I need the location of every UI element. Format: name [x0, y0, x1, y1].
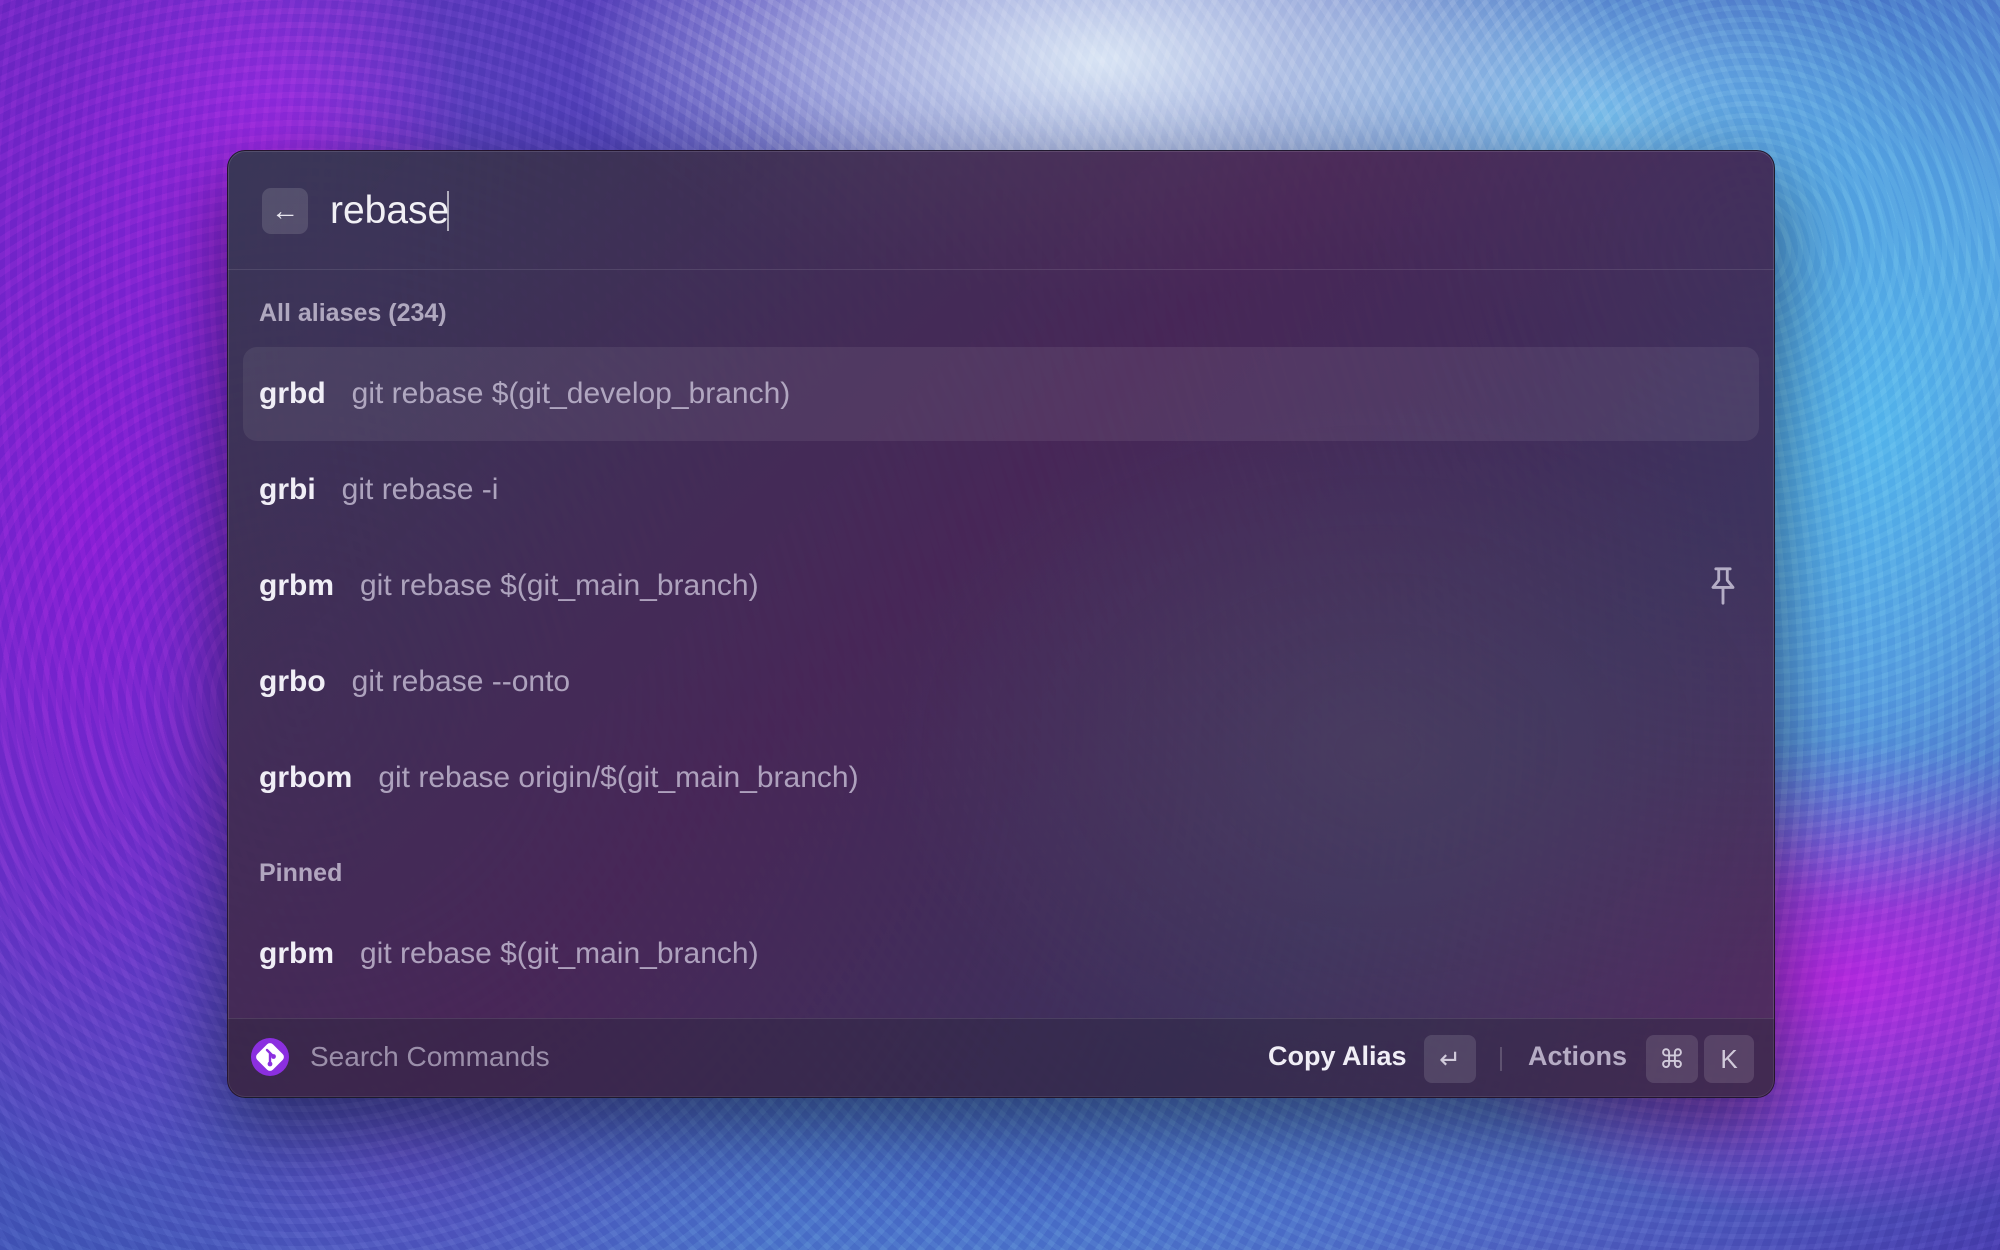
search-input[interactable]	[330, 179, 1630, 243]
pin-icon	[1711, 567, 1735, 605]
alias-name: grbi	[259, 473, 316, 506]
alias-name: grbm	[259, 569, 334, 602]
command-icon: ⌘	[1659, 1043, 1685, 1074]
list-item[interactable]: grbm git rebase $(git_main_branch)	[243, 907, 1759, 1001]
enter-key-hint: ↵	[1424, 1035, 1476, 1083]
copy-alias-button[interactable]: Copy Alias	[1268, 1041, 1407, 1072]
alias-command: git rebase $(git_develop_branch)	[351, 377, 791, 410]
list-item[interactable]: grbom git rebase origin/$(git_main_branc…	[243, 731, 1759, 825]
list-item[interactable]: grbi git rebase -i	[243, 443, 1759, 537]
list-item[interactable]: grbo git rebase --onto	[243, 635, 1759, 729]
git-logo-icon[interactable]	[250, 1037, 290, 1077]
k-key-label: K	[1720, 1043, 1738, 1074]
launcher-window: ← All aliases (234) grbd git rebase $(gi…	[227, 150, 1775, 1098]
alias-command: git rebase --onto	[351, 665, 571, 698]
text-caret	[447, 191, 449, 231]
alias-name: grbm	[259, 937, 334, 970]
alias-command: git rebase $(git_main_branch)	[360, 937, 759, 970]
search-bar: ←	[228, 151, 1774, 270]
k-key-hint: K	[1704, 1035, 1754, 1083]
alias-name: grbd	[259, 377, 326, 410]
section-header-all-aliases: All aliases (234)	[259, 299, 447, 327]
alias-command: git rebase origin/$(git_main_branch)	[378, 761, 859, 794]
alias-name: grbom	[259, 761, 353, 794]
actions-button[interactable]: Actions	[1528, 1041, 1627, 1072]
alias-command: git rebase -i	[341, 473, 499, 506]
section-header-pinned: Pinned	[259, 859, 343, 887]
command-key-hint: ⌘	[1646, 1035, 1698, 1083]
footer-divider	[1500, 1047, 1502, 1071]
alias-name: grbo	[259, 665, 326, 698]
footer-bar: Search Commands Copy Alias ↵ Actions ⌘ K	[228, 1018, 1774, 1097]
back-button[interactable]: ←	[262, 188, 308, 234]
return-icon: ↵	[1439, 1043, 1461, 1074]
list-item[interactable]: grbm git rebase $(git_main_branch)	[243, 539, 1759, 633]
alias-command: git rebase $(git_main_branch)	[360, 569, 759, 602]
arrow-left-icon: ←	[271, 195, 299, 226]
search-commands-label[interactable]: Search Commands	[310, 1041, 550, 1073]
list-item[interactable]: grbd git rebase $(git_develop_branch)	[243, 347, 1759, 441]
